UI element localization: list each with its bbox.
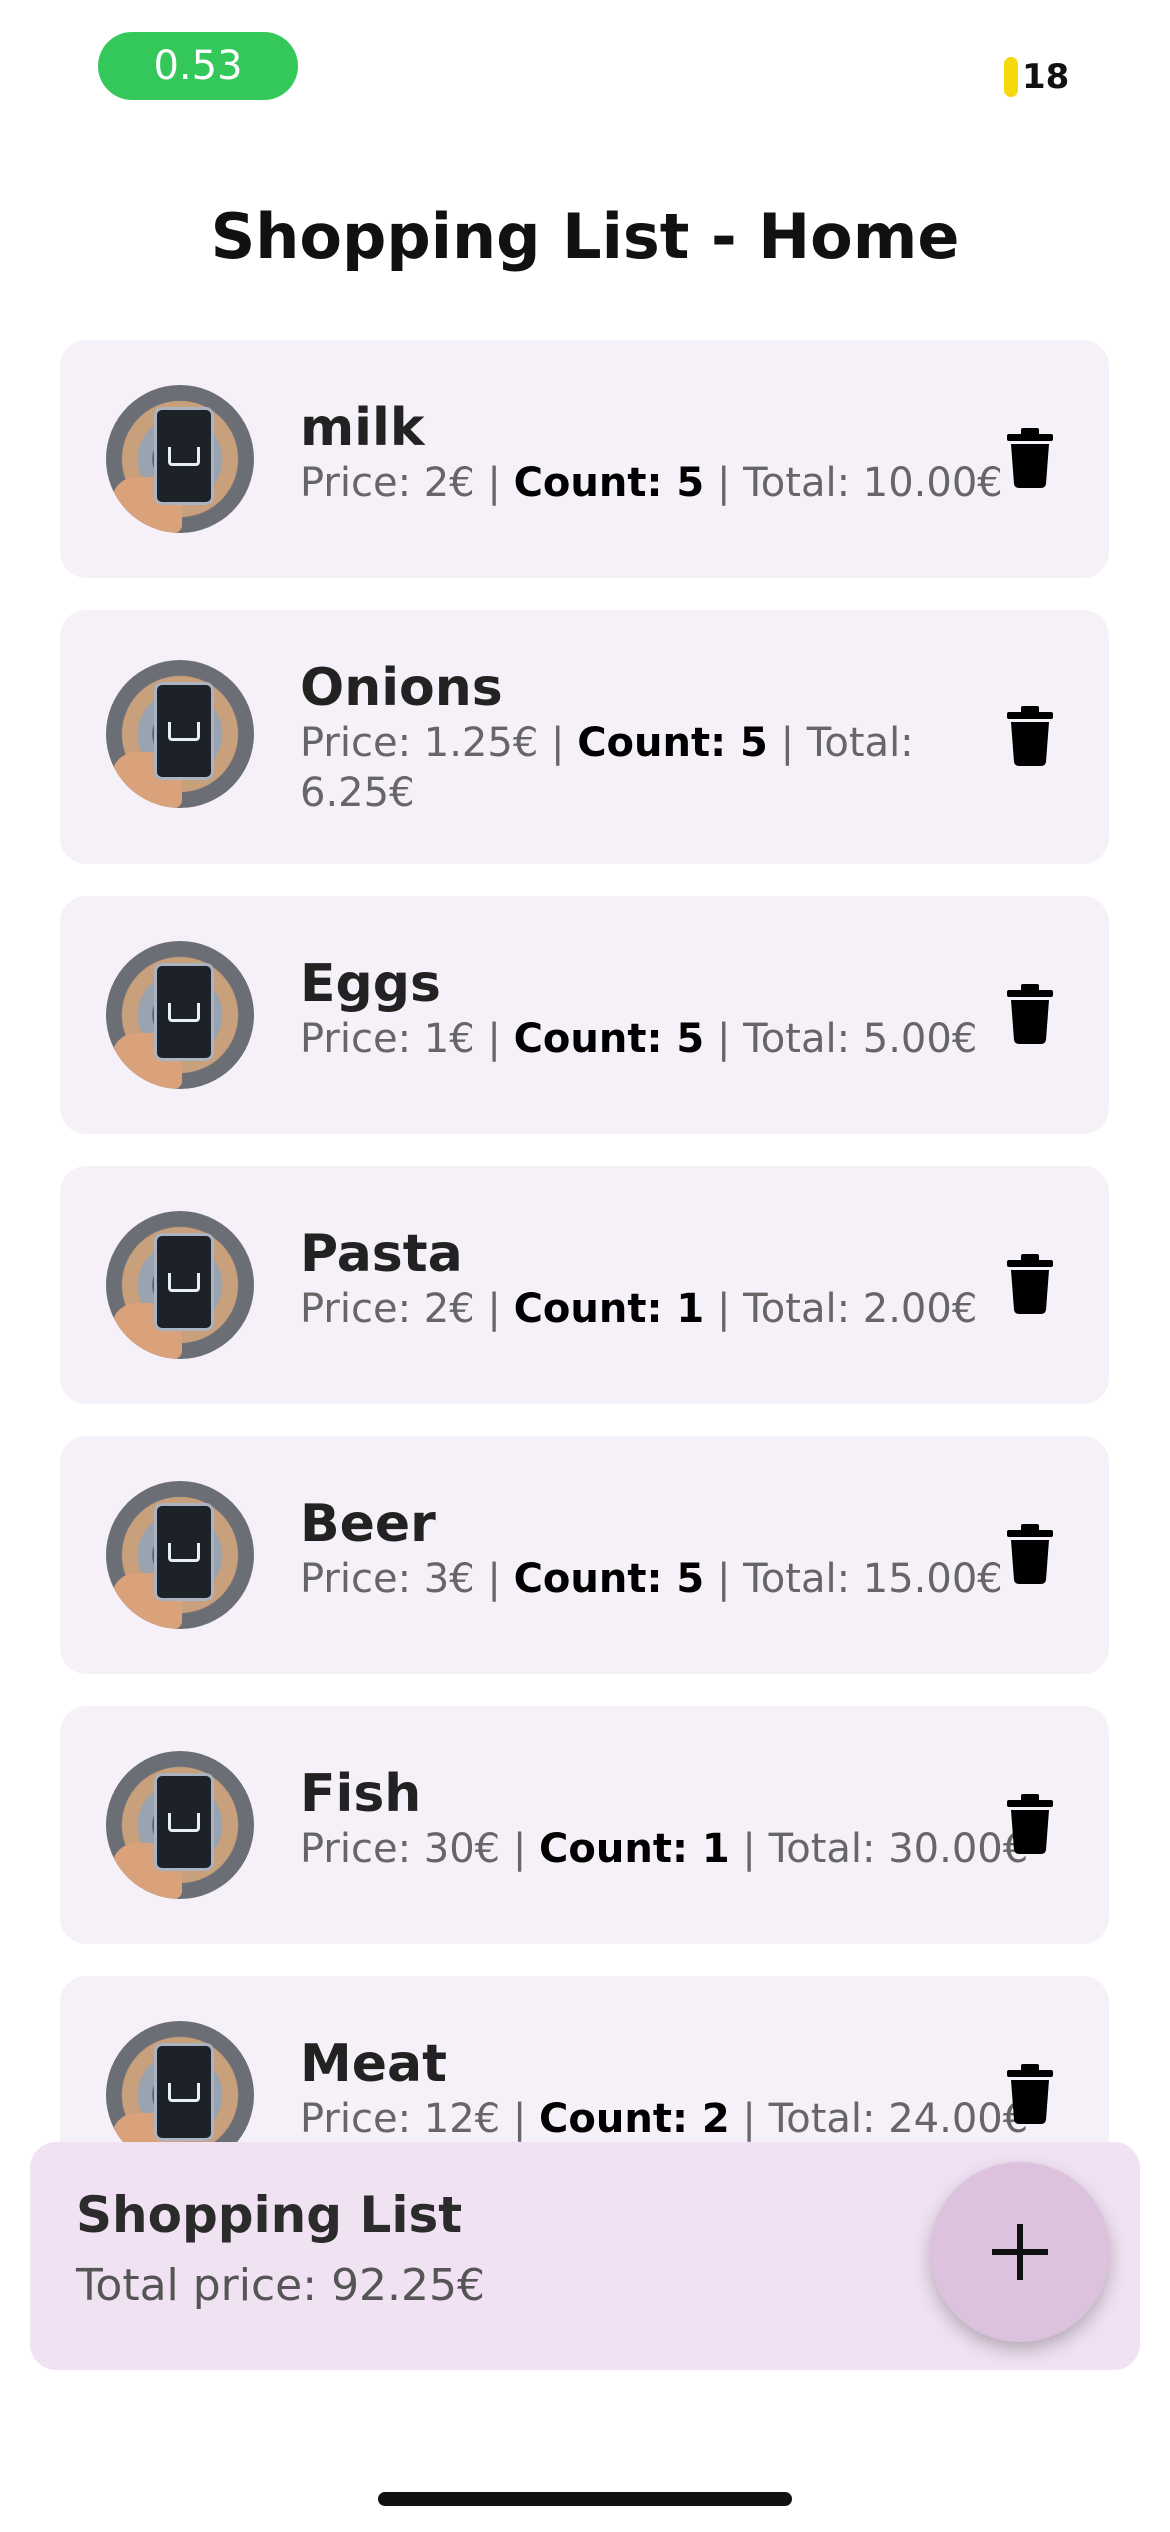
status-time: 0.53 [98, 32, 298, 100]
item-details: Price: 1.25€ | Count: 5 | Total: 6.25€ [300, 718, 1040, 818]
item-image [106, 1481, 254, 1629]
item-image [106, 941, 254, 1089]
item-image [106, 1211, 254, 1359]
status-battery: 18 [1004, 52, 1069, 102]
item-total: | Total: 24.00€ [729, 2096, 1029, 2142]
item-name: Onions [300, 658, 503, 718]
cart-icon [168, 1813, 200, 1832]
item-total: | Total: 15.00€ [704, 1556, 1003, 1602]
item-total: | Total: 2.00€ [704, 1286, 978, 1332]
trash-icon[interactable] [1007, 1254, 1053, 1314]
item-count: Count: 1 [539, 1826, 730, 1872]
summary-title: Shopping List [76, 2186, 463, 2244]
list-item[interactable]: Fish Price: 30€ | Count: 1 | Total: 30.0… [60, 1706, 1109, 1944]
item-count: Count: 5 [513, 1016, 705, 1062]
item-details: Price: 2€ | Count: 1 | Total: 2.00€ [300, 1284, 1040, 1334]
item-total: | Total: 30.00€ [729, 1826, 1029, 1872]
list-item[interactable]: Onions Price: 1.25€ | Count: 5 | Total: … [60, 610, 1109, 864]
item-name: milk [300, 398, 425, 458]
battery-icon [1004, 57, 1018, 97]
item-price: Price: 30€ | [300, 1826, 540, 1872]
trash-icon[interactable] [1007, 1794, 1053, 1854]
item-count: Count: 5 [513, 1556, 705, 1602]
item-count: Count: 5 [513, 460, 705, 506]
list-item[interactable]: Eggs Price: 1€ | Count: 5 | Total: 5.00€ [60, 896, 1109, 1134]
item-image [106, 1751, 254, 1899]
item-details: Price: 1€ | Count: 5 | Total: 5.00€ [300, 1014, 1040, 1064]
item-name: Pasta [300, 1224, 463, 1284]
item-total: | Total: 5.00€ [704, 1016, 978, 1062]
cart-icon [168, 1273, 200, 1292]
cart-icon [168, 1543, 200, 1562]
trash-icon[interactable] [1007, 706, 1053, 766]
cart-icon [168, 1003, 200, 1022]
item-price: Price: 2€ | [300, 1286, 514, 1332]
trash-icon[interactable] [1007, 1524, 1053, 1584]
item-price: Price: 1€ | [300, 1016, 514, 1062]
add-item-button[interactable] [930, 2162, 1110, 2342]
item-price: Price: 1.25€ | [300, 720, 578, 766]
item-price: Price: 12€ | [300, 2096, 540, 2142]
trash-icon[interactable] [1007, 2064, 1053, 2124]
list-item[interactable]: Beer Price: 3€ | Count: 5 | Total: 15.00… [60, 1436, 1109, 1674]
item-price: Price: 2€ | [300, 460, 514, 506]
list-item[interactable]: Pasta Price: 2€ | Count: 1 | Total: 2.00… [60, 1166, 1109, 1404]
item-name: Meat [300, 2034, 447, 2094]
item-name: Beer [300, 1494, 436, 1554]
home-indicator[interactable] [378, 2492, 792, 2506]
cart-icon [168, 447, 200, 466]
battery-level: 18 [1022, 57, 1070, 97]
list-item[interactable]: milk Price: 2€ | Count: 5 | Total: 10.00… [60, 340, 1109, 578]
item-total: | Total: 10.00€ [704, 460, 1003, 506]
total-price: Total price: 92.25€ [76, 2260, 486, 2311]
item-name: Fish [300, 1764, 422, 1824]
item-count: Count: 2 [539, 2096, 730, 2142]
item-image [106, 385, 254, 533]
item-details: Price: 12€ | Count: 2 | Total: 24.00€ [300, 2094, 1040, 2144]
page-title: Shopping List - Home [210, 200, 960, 273]
cart-icon [168, 2083, 200, 2102]
cart-icon [168, 722, 200, 741]
item-image [106, 660, 254, 808]
item-count: Count: 1 [513, 1286, 705, 1332]
item-details: Price: 30€ | Count: 1 | Total: 30.00€ [300, 1824, 1040, 1874]
item-details: Price: 2€ | Count: 5 | Total: 10.00€ [300, 458, 1040, 508]
plus-icon [992, 2224, 1048, 2280]
item-count: Count: 5 [577, 720, 768, 766]
shopping-list: milk Price: 2€ | Count: 5 | Total: 10.00… [60, 340, 1109, 2246]
item-details: Price: 3€ | Count: 5 | Total: 15.00€ [300, 1554, 1040, 1604]
trash-icon[interactable] [1007, 984, 1053, 1044]
item-name: Eggs [300, 954, 441, 1014]
item-price: Price: 3€ | [300, 1556, 514, 1602]
trash-icon[interactable] [1007, 428, 1053, 488]
